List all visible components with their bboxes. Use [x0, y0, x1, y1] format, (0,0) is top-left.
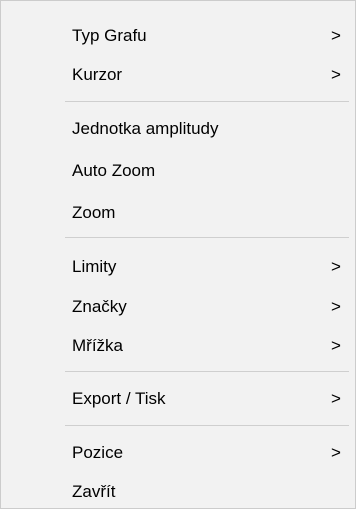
menu-item-label: Typ Grafu	[72, 26, 147, 45]
menu-item-label: Auto Zoom	[72, 161, 156, 180]
menu-separator	[65, 371, 349, 372]
chevron-right-icon: >	[331, 26, 341, 45]
menu-item-zoom[interactable]: Zoom	[9, 194, 347, 232]
menu-item-kurzor[interactable]: Kurzor >	[9, 56, 347, 94]
menu-separator	[65, 425, 349, 426]
menu-item-auto-zoom[interactable]: Auto Zoom	[9, 152, 347, 190]
menu-item-label: Kurzor	[72, 65, 123, 84]
menu-item-typ-grafu[interactable]: Typ Grafu >	[9, 17, 347, 55]
menu-item-label: Limity	[72, 257, 117, 276]
menu-item-label: Mřížka	[72, 336, 123, 355]
menu-item-label: Zoom	[72, 203, 116, 222]
menu-item-jednotka-amplitudy[interactable]: Jednotka amplitudy	[9, 110, 347, 148]
menu-item-label: Zavřít	[72, 482, 116, 501]
menu-item-label: Pozice	[72, 443, 124, 462]
menu-item-export-tisk[interactable]: Export / Tisk >	[9, 380, 347, 418]
chevron-right-icon: >	[331, 336, 341, 355]
chevron-right-icon: >	[331, 257, 341, 276]
chevron-right-icon: >	[331, 443, 341, 462]
menu-item-limity[interactable]: Limity >	[9, 248, 347, 286]
context-menu: Typ Grafu > Kurzor > Jednotka amplitudy …	[0, 0, 356, 509]
menu-item-znacky[interactable]: Značky >	[9, 288, 347, 326]
menu-item-mrizka[interactable]: Mřížka >	[9, 327, 347, 365]
menu-item-label: Export / Tisk	[72, 389, 166, 408]
menu-item-zavrit[interactable]: Zavřít	[9, 473, 347, 511]
chevron-right-icon: >	[331, 65, 341, 84]
chevron-right-icon: >	[331, 389, 341, 408]
menu-separator	[65, 101, 349, 102]
menu-item-pozice[interactable]: Pozice >	[9, 434, 347, 472]
menu-separator	[65, 237, 349, 238]
chevron-right-icon: >	[331, 297, 341, 316]
menu-item-label: Jednotka amplitudy	[72, 119, 219, 138]
menu-item-label: Značky	[72, 297, 127, 316]
